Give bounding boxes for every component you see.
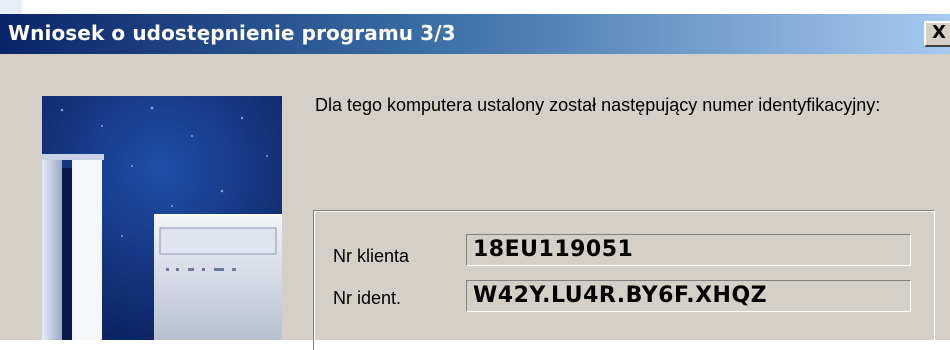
wizard-illustration <box>42 96 282 340</box>
ident-number-label: Nr ident. <box>333 288 402 308</box>
client-number-field[interactable]: 18EU119051 <box>466 234 911 266</box>
dialog-window: Wniosek o udostępnienie programu 3/3 X D… <box>0 14 950 350</box>
close-icon: X <box>932 22 946 43</box>
ident-number-field[interactable]: W42Y.LU4R.BY6F.XHQZ <box>466 280 911 312</box>
close-button[interactable]: X <box>924 21 950 47</box>
top-strip <box>0 0 950 14</box>
info-message: Dla tego komputera ustalony został nastę… <box>315 95 881 115</box>
client-number-label: Nr klienta <box>333 246 410 266</box>
window-title: Wniosek o udostępnienie programu 3/3 <box>8 21 456 45</box>
title-bar[interactable]: Wniosek o udostępnienie programu 3/3 X <box>0 14 950 54</box>
top-accent <box>0 0 22 14</box>
wizard-side-image <box>42 96 282 340</box>
